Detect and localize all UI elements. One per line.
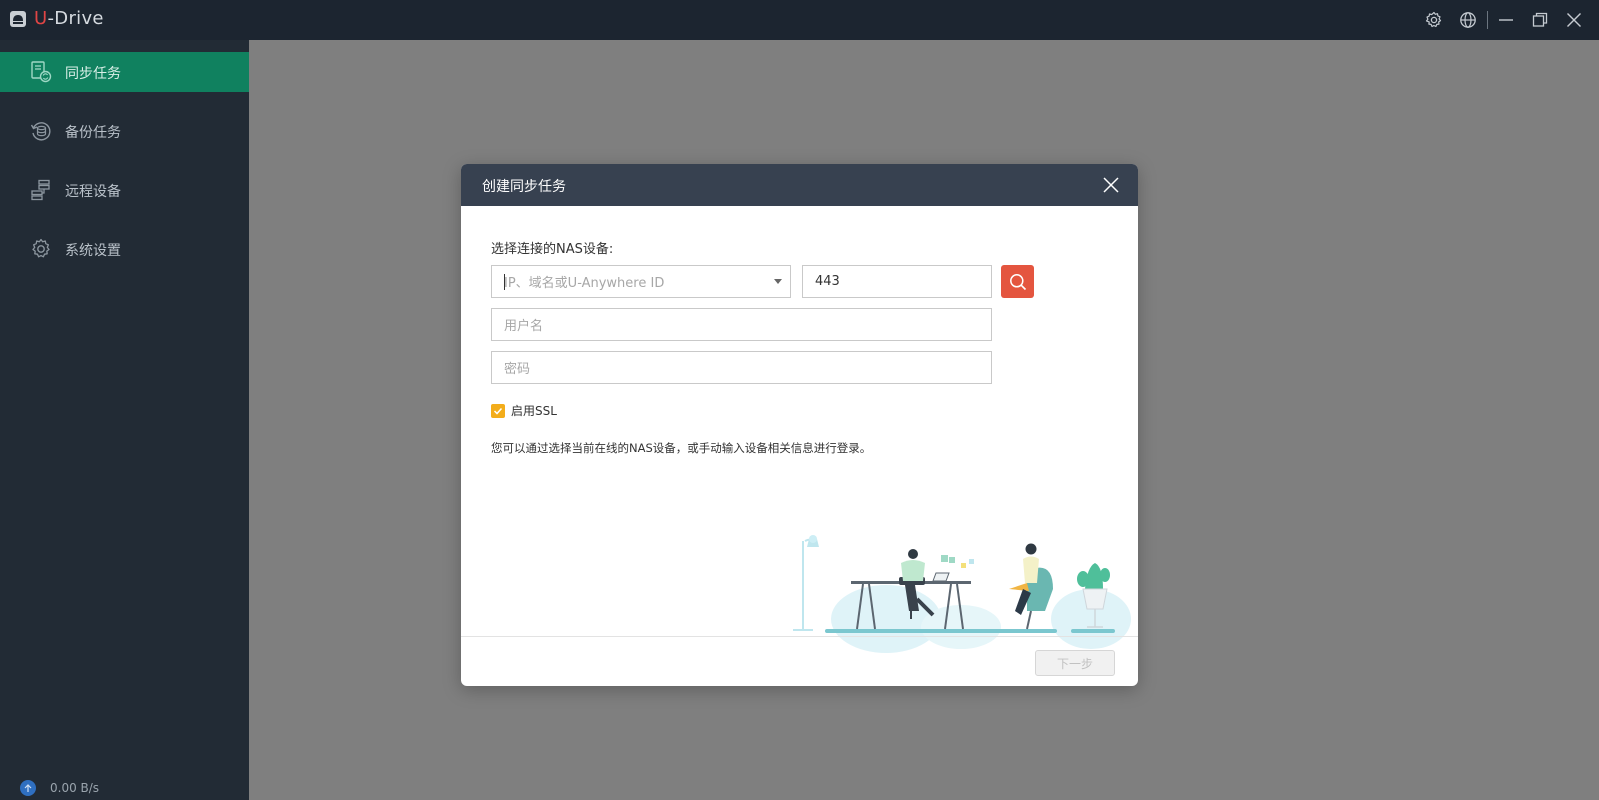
sync-task-icon bbox=[31, 61, 52, 83]
host-placeholder: IP、域名或U-Anywhere ID bbox=[504, 276, 665, 291]
minimize-icon[interactable] bbox=[1496, 10, 1516, 30]
sidebar-item-sync-tasks[interactable]: 同步任务 bbox=[0, 52, 249, 92]
sidebar-item-label: 同步任务 bbox=[65, 66, 121, 82]
system-settings-icon bbox=[32, 238, 50, 258]
sidebar-item-label: 系统设置 bbox=[65, 243, 121, 259]
language-globe-icon[interactable] bbox=[1458, 10, 1478, 30]
upload-speed-indicator: 0.00 B/s bbox=[20, 776, 99, 800]
checkbox-checked-icon[interactable] bbox=[491, 403, 505, 418]
sidebar-item-label: 远程设备 bbox=[65, 184, 121, 200]
restore-window-icon[interactable] bbox=[1530, 10, 1550, 30]
sidebar-item-backup-tasks[interactable]: 备份任务 bbox=[0, 111, 249, 151]
ssl-label: 启用SSL bbox=[511, 404, 557, 418]
title-bar-separator bbox=[1487, 11, 1488, 29]
sidebar-item-system-settings[interactable]: 系统设置 bbox=[0, 229, 249, 269]
password-field[interactable]: 密码 bbox=[491, 351, 992, 384]
sidebar-item-label: 备份任务 bbox=[65, 125, 121, 141]
upload-speed-value: 0.00 B/s bbox=[50, 781, 100, 795]
host-combobox[interactable]: IP、域名或U-Anywhere ID bbox=[491, 265, 791, 298]
dialog-title: 创建同步任务 bbox=[482, 179, 566, 195]
settings-gear-icon[interactable] bbox=[1424, 10, 1444, 30]
text-cursor bbox=[504, 274, 505, 290]
upload-arrow-icon bbox=[20, 780, 36, 796]
dialog-header: 创建同步任务 bbox=[461, 164, 1138, 206]
title-bar: U-Drive bbox=[0, 0, 1599, 40]
backup-task-icon bbox=[30, 122, 51, 141]
port-input[interactable]: 443 bbox=[802, 265, 992, 298]
close-icon[interactable] bbox=[1101, 175, 1121, 195]
enable-ssl-checkbox[interactable]: 启用SSL bbox=[491, 402, 557, 419]
search-icon bbox=[1009, 273, 1026, 290]
dialog-footer-divider bbox=[461, 636, 1138, 637]
login-hint-text: 您可以通过选择当前在线的NAS设备，或手动输入设备相关信息进行登录。 bbox=[491, 441, 872, 455]
nas-device-label: 选择连接的NAS设备: bbox=[491, 242, 614, 257]
close-window-icon[interactable] bbox=[1564, 10, 1584, 30]
remote-device-icon bbox=[31, 179, 50, 201]
sidebar-item-remote-devices[interactable]: 远程设备 bbox=[0, 170, 249, 210]
app-name: U-Drive bbox=[34, 8, 104, 29]
chevron-down-icon[interactable] bbox=[774, 279, 782, 284]
password-placeholder: 密码 bbox=[504, 362, 531, 377]
port-value: 443 bbox=[815, 274, 840, 289]
create-sync-task-dialog: 创建同步任务 选择连接的NAS设备: IP、域名或U-Anywhere ID 4… bbox=[461, 164, 1138, 686]
sidebar: 同步任务 备份任务 远程设备 系统设置 0.00 B/s bbox=[0, 40, 249, 800]
username-placeholder: 用户名 bbox=[504, 319, 544, 334]
search-device-button[interactable] bbox=[1001, 265, 1034, 298]
username-field[interactable]: 用户名 bbox=[491, 308, 992, 341]
next-step-button[interactable]: 下一步 bbox=[1035, 650, 1115, 676]
app-logo-icon bbox=[10, 11, 26, 27]
